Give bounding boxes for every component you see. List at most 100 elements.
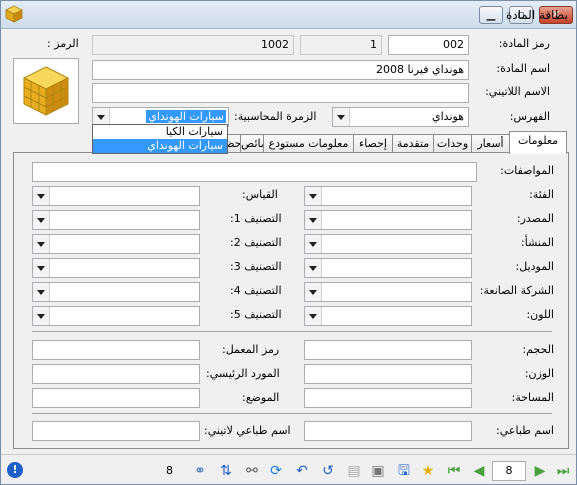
chevron-down-icon[interactable] <box>33 187 50 205</box>
divider <box>32 413 552 414</box>
specs-field[interactable] <box>32 162 477 182</box>
chevron-down-icon[interactable] <box>33 235 50 253</box>
item-card-window: ▁ ▫ ✕ بطاقة المادة رمز المادة: 002 1 100… <box>0 0 577 485</box>
info-icon[interactable]: ! <box>7 462 23 478</box>
manufacturer-label: الشركة الصانعة: <box>479 284 554 297</box>
chevron-down-icon[interactable] <box>305 235 322 253</box>
tab-advanced[interactable]: متقدمة <box>392 134 434 154</box>
origin-label: المنشأ: <box>521 236 554 249</box>
print-name-field[interactable] <box>304 421 472 441</box>
class3-label: التصنيف 3: <box>230 260 282 273</box>
group-label: الزمرة المحاسبية: <box>234 110 317 123</box>
undo-icon[interactable]: ↺ <box>319 462 337 480</box>
tab-prices[interactable]: أسعار <box>471 134 510 154</box>
tab-info[interactable]: معلومات <box>509 131 567 154</box>
symbol-label: الرمز : <box>47 37 79 50</box>
minimize-button[interactable]: ▁ <box>479 6 503 24</box>
manufacturer-combo[interactable] <box>304 282 472 302</box>
star-icon[interactable]: ★ <box>419 462 437 480</box>
tab-units[interactable]: وحدات <box>433 134 472 154</box>
class1-combo[interactable] <box>32 210 200 230</box>
source-combo[interactable] <box>304 210 472 230</box>
class4-combo[interactable] <box>32 282 200 302</box>
area-field[interactable] <box>304 388 472 408</box>
print-latin-name-label: اسم طباعي لاتيني: <box>204 424 291 437</box>
group-option-hyundai[interactable]: سيارات الهونداي <box>93 139 227 153</box>
position-label: الموضع: <box>242 391 280 404</box>
class1-label: التصنيف 1: <box>230 212 282 225</box>
measure-combo[interactable] <box>32 186 200 206</box>
cube-icon <box>5 5 23 23</box>
name-field[interactable]: هونداي فيرنا 2008 <box>92 60 469 80</box>
cube-icon <box>22 66 70 116</box>
index-combo[interactable]: هونداي <box>332 107 469 127</box>
prev-icon[interactable]: ◀ <box>470 462 488 480</box>
undo-icon[interactable]: ↶ <box>293 462 311 480</box>
code-label: رمز المادة: <box>498 37 550 50</box>
next-icon[interactable]: ▶ <box>531 462 549 480</box>
page-number-input[interactable]: 8 <box>492 461 526 481</box>
chevron-down-icon[interactable] <box>33 211 50 229</box>
item-image[interactable] <box>13 58 79 124</box>
code-field[interactable]: 002 <box>388 35 469 55</box>
paste-icon[interactable]: ▣ <box>369 462 387 480</box>
title-bar: ▁ ▫ ✕ بطاقة المادة <box>1 1 576 29</box>
chevron-down-icon[interactable] <box>305 283 322 301</box>
class2-label: التصنيف 2: <box>230 236 282 249</box>
color-label: اللون: <box>526 308 554 321</box>
measure-label: القياس: <box>242 188 278 201</box>
chevron-down-icon[interactable] <box>305 259 322 277</box>
serial-field: 1002 <box>92 35 294 55</box>
volume-label: الحجم: <box>522 343 554 356</box>
position-field[interactable] <box>32 388 200 408</box>
client-area: رمز المادة: 002 1 1002 الرمز : اسم الماد… <box>1 30 576 484</box>
class5-combo[interactable] <box>32 306 200 326</box>
color-combo[interactable] <box>304 306 472 326</box>
class2-combo[interactable] <box>32 234 200 254</box>
origin-combo[interactable] <box>304 234 472 254</box>
binoculars-icon[interactable]: ⚯ <box>243 462 261 480</box>
group-option-kia[interactable]: سيارات الكيا <box>93 125 227 139</box>
class4-label: التصنيف 4: <box>230 284 282 297</box>
print-latin-name-field[interactable] <box>32 421 200 441</box>
index-label: الفهرس: <box>509 110 550 123</box>
number-field: 1 <box>300 35 382 55</box>
chevron-down-icon[interactable] <box>33 283 50 301</box>
last-icon[interactable]: ⏭ <box>554 462 572 480</box>
class3-combo[interactable] <box>32 258 200 278</box>
category-label: الفئة: <box>529 188 554 201</box>
refresh-icon[interactable]: ⟳ <box>267 462 285 480</box>
model-label: الموديل: <box>515 260 554 273</box>
area-label: المساحة: <box>511 391 554 404</box>
model-combo[interactable] <box>304 258 472 278</box>
chevron-down-icon[interactable] <box>333 108 350 126</box>
main-supplier-field[interactable] <box>32 364 200 384</box>
copy-icon[interactable]: ▤ <box>345 462 363 480</box>
tab-warehouse-info[interactable]: معلومات مستودع <box>263 134 354 154</box>
volume-field[interactable] <box>304 340 472 360</box>
bottom-toolbar: ! 8 ⚭ ⇅ ⚯ ⟳ ↶ ↺ ▤ ▣ 🖫 ★ ⏮ ◀ 8 ▶ ⏭ <box>1 454 576 484</box>
tab-properties[interactable]: خصائص <box>240 134 264 154</box>
class5-label: التصنيف 5: <box>230 308 282 321</box>
first-icon[interactable]: ⏮ <box>445 462 463 480</box>
tab-statistics[interactable]: إحصاء <box>353 134 393 154</box>
lab-code-label: رمز المعمل: <box>222 343 280 356</box>
divider <box>32 331 552 332</box>
source-label: المصدر: <box>516 212 554 225</box>
latin-name-field[interactable] <box>92 83 469 103</box>
weight-field[interactable] <box>304 364 472 384</box>
link-icon[interactable]: ⚭ <box>191 462 209 480</box>
chevron-down-icon[interactable] <box>33 307 50 325</box>
group-dropdown-list: سيارات الكيا سيارات الهونداي <box>92 124 228 154</box>
chevron-down-icon[interactable] <box>305 307 322 325</box>
save-icon[interactable]: 🖫 <box>395 462 413 480</box>
chevron-down-icon[interactable] <box>33 259 50 277</box>
lab-code-field[interactable] <box>32 340 200 360</box>
chevron-down-icon[interactable] <box>305 187 322 205</box>
chevron-down-icon[interactable] <box>305 211 322 229</box>
specs-label: المواصفات: <box>500 164 554 177</box>
sort-icon[interactable]: ⇅ <box>217 462 235 480</box>
print-name-label: اسم طباعي: <box>496 424 554 437</box>
category-combo[interactable] <box>304 186 472 206</box>
name-label: اسم المادة: <box>496 62 550 75</box>
